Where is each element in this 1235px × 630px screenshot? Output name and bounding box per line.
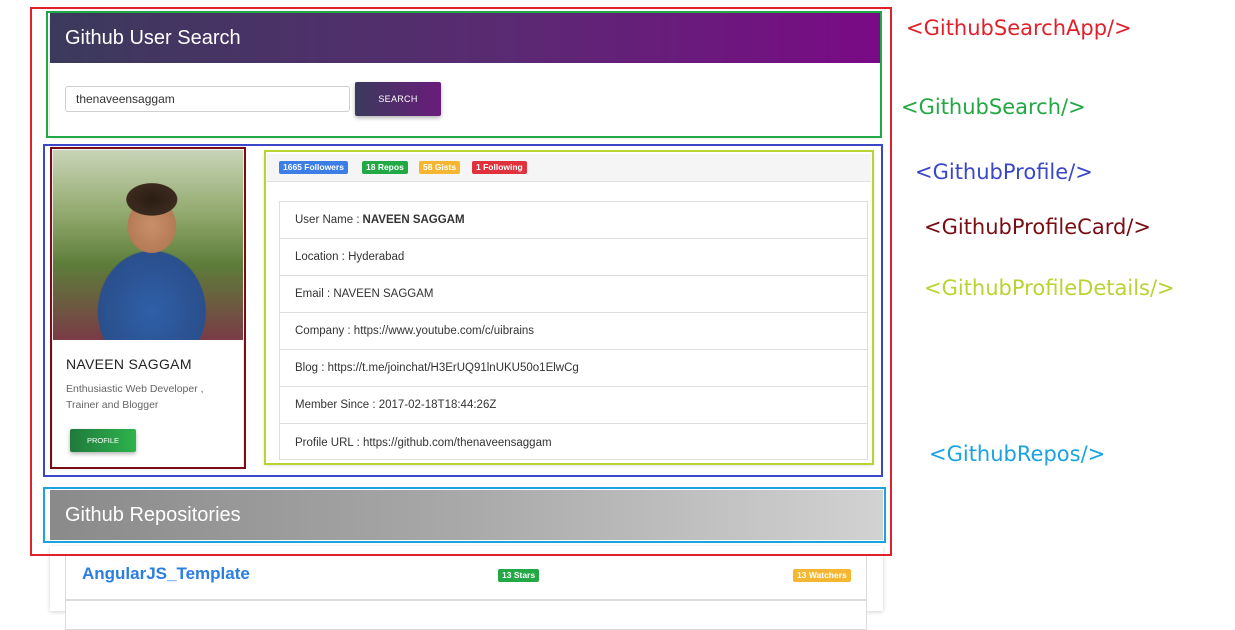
repos-badge: 18 Repos: [362, 161, 408, 174]
search-title: Github User Search: [65, 26, 241, 49]
profile-bio: Enthusiastic Web Developer , Trainer and…: [66, 383, 204, 411]
detail-username: User Name : NAVEEN SAGGAM: [280, 202, 867, 239]
detail-blog-text: Blog : https://t.me/joinchat/H3ErUQ91lnU…: [295, 362, 579, 374]
profile-annotation: <GithubProfile/>: [915, 160, 1093, 184]
detail-email: Email : NAVEEN SAGGAM: [280, 276, 867, 313]
detail-email-text: Email : NAVEEN SAGGAM: [295, 288, 434, 300]
detail-company-text: Company : https://www.youtube.com/c/uibr…: [295, 325, 535, 337]
profile-details-annotation: <GithubProfileDetails/>: [924, 276, 1175, 300]
search-annotation: <GithubSearch/>: [901, 95, 1086, 119]
profile-stats-header: [267, 154, 871, 182]
search-header: Github User Search: [50, 13, 880, 63]
profile-avatar: [53, 150, 243, 340]
followers-badge: 1665 Followers: [279, 161, 348, 174]
detail-username-label: User Name :: [295, 214, 360, 226]
repo-item: [65, 600, 867, 630]
profile-button[interactable]: PROFILE: [70, 429, 136, 452]
repos-annotation: <GithubRepos/>: [929, 442, 1106, 466]
search-button-label: SEARCH: [378, 94, 418, 104]
repo-stars-badge: 13 Stars: [498, 569, 540, 582]
detail-profile-url-text: Profile URL : https://github.com/thenave…: [295, 436, 552, 449]
app-annotation: <GithubSearchApp/>: [906, 16, 1132, 40]
repo-watchers-badge: 13 Watchers: [793, 569, 851, 582]
profile-details-list: User Name : NAVEEN SAGGAM Location : Hyd…: [279, 201, 868, 460]
repos-header: Github Repositories: [50, 490, 883, 540]
detail-profile-url: Profile URL : https://github.com/thenave…: [280, 424, 867, 461]
detail-company: Company : https://www.youtube.com/c/uibr…: [280, 313, 867, 350]
search-button[interactable]: SEARCH: [355, 82, 441, 116]
detail-blog: Blog : https://t.me/joinchat/H3ErUQ91lnU…: [280, 350, 867, 387]
following-badge: 1 Following: [472, 161, 527, 174]
profile-name: NAVEEN SAGGAM: [66, 356, 192, 372]
detail-member-since: Member Since : 2017-02-18T18:44:26Z: [280, 387, 867, 424]
repos-title: Github Repositories: [65, 503, 241, 526]
search-input[interactable]: [65, 86, 350, 112]
profile-card-annotation: <GithubProfileCard/>: [924, 215, 1151, 239]
detail-username-value: NAVEEN SAGGAM: [362, 214, 465, 226]
detail-location-text: Location : Hyderabad: [295, 251, 405, 263]
gists-badge: 58 Gists: [419, 161, 461, 174]
profile-button-label: PROFILE: [86, 436, 120, 445]
detail-member-since-text: Member Since : 2017-02-18T18:44:26Z: [295, 399, 497, 411]
detail-location: Location : Hyderabad: [280, 239, 867, 276]
repo-name-link[interactable]: AngularJS_Template: [82, 564, 250, 584]
